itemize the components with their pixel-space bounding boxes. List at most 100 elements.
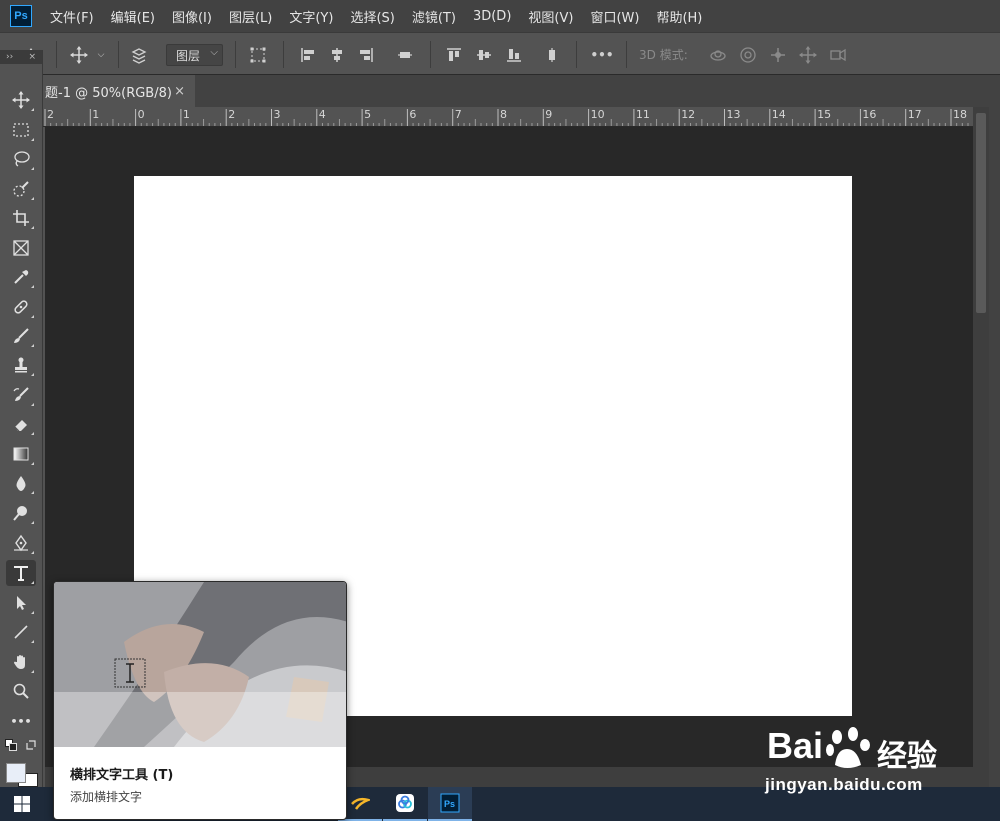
ruler-tick-label: 4	[319, 108, 326, 121]
tooltip-description: 添加横排文字	[70, 790, 143, 804]
menu-file[interactable]: 文件(F)	[50, 7, 94, 26]
history-brush-tool-icon[interactable]	[6, 382, 36, 408]
align-vertical-center-icon[interactable]	[472, 33, 496, 76]
align-horizontal-center-icon[interactable]	[325, 33, 349, 76]
watermark-logo-text: Bai	[767, 725, 824, 766]
lasso-tool-icon[interactable]	[6, 146, 36, 172]
align-top-icon[interactable]	[442, 33, 466, 76]
ruler-tick-label: 1	[183, 108, 190, 121]
path-selection-tool-icon[interactable]	[6, 590, 36, 616]
close-icon[interactable]: ×	[174, 84, 185, 99]
taskbar-app-photoshop-icon[interactable]: Ps	[428, 787, 472, 821]
chevron-down-icon: ⌵	[210, 47, 218, 58]
menu-view[interactable]: 视图(V)	[528, 7, 573, 26]
edit-toolbar-icon[interactable]: •••	[6, 708, 36, 734]
menu-3d[interactable]: 3D(D)	[473, 9, 511, 24]
hand-tool-icon[interactable]	[6, 649, 36, 675]
ruler-tick-label: 17	[908, 108, 922, 121]
chevron-down-icon[interactable]: ⌵	[94, 33, 108, 76]
healing-brush-tool-icon[interactable]	[6, 294, 36, 320]
swap-colors-icon[interactable]	[22, 736, 40, 754]
document-tab[interactable]: 题-1 @ 50%(RGB/8) ×	[43, 75, 195, 107]
menu-layer[interactable]: 图层(L)	[229, 7, 272, 26]
menu-bar: Ps 文件(F) 编辑(E) 图像(I) 图层(L) 文字(Y) 选择(S) 滤…	[0, 0, 1000, 32]
watermark-jingyan-text: 经验	[877, 739, 937, 774]
ruler-tick-label: 11	[636, 108, 650, 121]
distribute-horizontal-icon[interactable]	[393, 33, 417, 76]
ruler-tick-label: 12	[681, 108, 695, 121]
distribute-vertical-icon[interactable]	[540, 33, 564, 76]
baidu-paw-icon	[826, 727, 870, 768]
ruler-tick-label: 8	[500, 108, 507, 121]
auto-select-value: 图层	[176, 48, 201, 63]
scrollbar-thumb[interactable]	[976, 113, 986, 313]
pen-tool-icon[interactable]	[6, 530, 36, 556]
tools-panel: ›› × •••	[0, 50, 43, 821]
frame-tool-icon[interactable]	[6, 235, 36, 261]
menu-help[interactable]: 帮助(H)	[656, 7, 702, 26]
gradient-tool-icon[interactable]	[6, 441, 36, 467]
horizontal-ruler: 2 1 0 1 2 3 4 5 6 7 8 9 10 11 12 13 14 15 16 17 18	[43, 107, 973, 127]
ruler-tick-label: 5	[364, 108, 371, 121]
default-colors-icon[interactable]	[2, 736, 20, 754]
ruler-ticks: 2 1 0 1 2 3 4 5 6 7 8 9 10 11 12 13 14 15 16 17 18	[44, 108, 969, 126]
tool-tooltip: 横排文字工具 (T) 添加横排文字	[53, 581, 347, 820]
eraser-tool-icon[interactable]	[6, 411, 36, 437]
auto-select-dropdown[interactable]: 图层 ⌵	[166, 44, 223, 66]
quick-selection-tool-icon[interactable]	[6, 176, 36, 202]
marquee-tool-icon[interactable]	[6, 117, 36, 143]
brush-tool-icon[interactable]	[6, 323, 36, 349]
transform-controls-icon[interactable]	[245, 33, 271, 76]
menu-filter[interactable]: 滤镜(T)	[412, 7, 456, 26]
watermark-url: jingyan.baidu.com	[765, 775, 923, 794]
ruler-tick-label: 18	[953, 108, 967, 121]
line-tool-icon[interactable]	[6, 619, 36, 645]
dodge-tool-icon[interactable]	[6, 500, 36, 526]
photoshop-logo-icon[interactable]: Ps	[10, 5, 32, 27]
menu-select[interactable]: 选择(S)	[350, 7, 394, 26]
align-left-icon[interactable]	[296, 33, 320, 76]
crop-tool-icon[interactable]	[6, 205, 36, 231]
taskbar-app-cloud-icon[interactable]	[383, 787, 427, 821]
baidu-jingyan-watermark: Bai 经验 jingyan.baidu.com	[765, 725, 965, 800]
move-icon[interactable]	[66, 33, 92, 76]
move-tool-icon[interactable]	[6, 87, 36, 113]
document-tab-title: 题-1 @ 50%(RGB/8)	[45, 85, 172, 101]
zoom-tool-icon[interactable]	[6, 678, 36, 704]
options-bar: ⌵ 图层 ⌵ ••• 3D 模式:	[0, 32, 1000, 75]
ruler-tick-label: 0	[138, 108, 145, 121]
collapse-icon[interactable]: ››	[6, 52, 13, 62]
more-options-icon[interactable]: •••	[588, 33, 616, 76]
menu-edit[interactable]: 编辑(E)	[111, 7, 155, 26]
align-bottom-icon[interactable]	[502, 33, 526, 76]
3d-slide-icon[interactable]	[796, 33, 820, 76]
ruler-tick-label: 2	[228, 108, 235, 121]
ruler-tick-label: 15	[817, 108, 831, 121]
horizontal-type-tool-icon[interactable]	[6, 560, 36, 586]
ruler-tick-label: 10	[591, 108, 605, 121]
svg-text:Ps: Ps	[444, 799, 455, 809]
ruler-tick-label: 2	[47, 108, 54, 121]
clone-stamp-tool-icon[interactable]	[6, 352, 36, 378]
tooltip-title: 横排文字工具 (T)	[70, 768, 174, 783]
tools-panel-header: ›› ×	[0, 50, 42, 64]
document-tab-bar: 题-1 @ 50%(RGB/8) ×	[43, 75, 1000, 107]
3d-roll-icon[interactable]	[736, 33, 760, 76]
3d-orbit-icon[interactable]	[706, 33, 730, 76]
vertical-scrollbar[interactable]	[973, 107, 989, 787]
menu-window[interactable]: 窗口(W)	[590, 7, 639, 26]
windows-start-icon[interactable]	[0, 787, 44, 821]
3d-camera-icon[interactable]	[826, 33, 850, 76]
close-icon[interactable]: ×	[28, 52, 36, 62]
menu-image[interactable]: 图像(I)	[172, 7, 212, 26]
blur-tool-icon[interactable]	[6, 470, 36, 496]
menu-type[interactable]: 文字(Y)	[289, 7, 333, 26]
3d-mode-label: 3D 模式:	[639, 48, 688, 62]
ruler-tick-label: 6	[409, 108, 416, 121]
auto-select-icon[interactable]	[126, 33, 152, 76]
eyedropper-tool-icon[interactable]	[6, 264, 36, 290]
align-right-icon[interactable]	[354, 33, 378, 76]
ruler-tick-label: 9	[545, 108, 552, 121]
3d-pan-icon[interactable]	[766, 33, 790, 76]
foreground-color-swatch[interactable]	[6, 763, 26, 783]
